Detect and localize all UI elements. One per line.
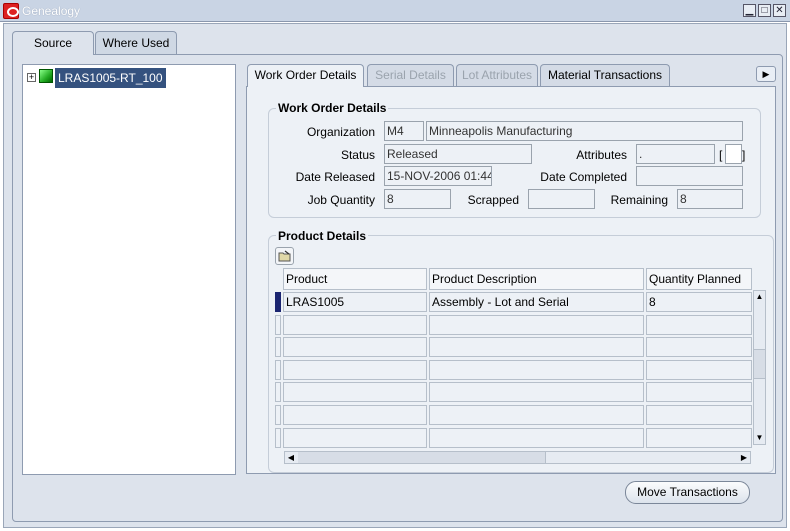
product-section-title: Product Details	[276, 229, 369, 243]
record-indicator[interactable]	[275, 405, 281, 425]
move-transactions-button[interactable]: Move Transactions	[625, 481, 750, 504]
product-cell[interactable]	[283, 337, 427, 358]
horizontal-scrollbar[interactable]: ◀ ▶	[284, 451, 751, 464]
maximize-button[interactable]: □	[758, 4, 771, 17]
quantity-planned-cell[interactable]	[646, 359, 752, 380]
folder-tools-icon[interactable]	[275, 247, 294, 265]
quantity-planned-cell[interactable]	[646, 337, 752, 358]
scrapped-label: Scrapped	[467, 193, 519, 207]
product-cell[interactable]: LRAS1005	[283, 292, 427, 312]
tab-material-transactions[interactable]: Material Transactions	[540, 64, 670, 86]
close-button[interactable]: ✕	[773, 4, 786, 17]
organization-name-field[interactable]: Minneapolis Manufacturing	[426, 121, 743, 141]
column-header-quantity-planned[interactable]: Quantity Planned	[646, 268, 752, 290]
current-record-indicator[interactable]	[275, 292, 281, 312]
status-field[interactable]: Released	[384, 144, 532, 164]
minimize-button[interactable]: ▁	[743, 4, 756, 17]
record-indicator[interactable]	[275, 427, 281, 448]
work-order-section-title: Work Order Details	[276, 101, 389, 115]
quantity-planned-cell[interactable]	[646, 427, 752, 448]
attributes-bracket-open: [	[719, 148, 723, 162]
scroll-left-icon[interactable]: ◀	[285, 452, 297, 463]
title-bar	[0, 0, 790, 22]
vertical-scrollbar[interactable]: ▲ ▼	[753, 290, 766, 445]
product-cell[interactable]	[283, 382, 427, 403]
product-description-cell[interactable]	[429, 382, 644, 403]
attributes-bracket-close: ]	[742, 148, 746, 162]
product-description-cell[interactable]	[429, 359, 644, 380]
product-description-cell[interactable]	[429, 405, 644, 425]
tab-work-order-details[interactable]: Work Order Details	[247, 64, 364, 87]
status-label: Status	[340, 148, 375, 162]
product-description-cell[interactable]	[429, 427, 644, 448]
tab-where-used[interactable]: Where Used	[95, 31, 177, 54]
genealogy-tree[interactable]	[22, 64, 236, 475]
attributes-label: Attributes	[576, 148, 627, 162]
record-indicator[interactable]	[275, 382, 281, 403]
product-cell[interactable]	[283, 359, 427, 380]
product-description-cell[interactable]	[429, 314, 644, 335]
column-header-product-description[interactable]: Product Description	[429, 268, 644, 290]
quantity-planned-cell[interactable]	[646, 382, 752, 403]
attributes-field[interactable]: .	[636, 144, 715, 164]
vertical-scroll-thumb[interactable]	[754, 349, 765, 379]
job-quantity-field[interactable]: 8	[384, 189, 451, 209]
tab-lot-attributes[interactable]: Lot Attributes	[456, 64, 538, 86]
product-cell[interactable]	[283, 314, 427, 335]
expand-icon[interactable]: +	[27, 73, 36, 82]
date-released-field[interactable]: 15-NOV-2006 01:44	[384, 166, 492, 186]
tab-scroll-right-button[interactable]: ▶	[756, 66, 776, 82]
organization-code-field[interactable]: M4	[384, 121, 424, 141]
oracle-app-icon	[3, 3, 19, 19]
quantity-planned-cell[interactable]	[646, 314, 752, 335]
product-description-cell[interactable]	[429, 337, 644, 358]
organization-label: Organization	[306, 125, 375, 139]
horizontal-scroll-thumb[interactable]	[298, 452, 546, 463]
job-quantity-label: Job Quantity	[307, 193, 375, 207]
date-released-label: Date Released	[295, 170, 375, 184]
product-cell[interactable]	[283, 405, 427, 425]
tab-serial-details[interactable]: Serial Details	[367, 64, 454, 86]
remaining-field[interactable]: 8	[677, 189, 743, 209]
scroll-down-icon[interactable]: ▼	[754, 432, 765, 444]
tab-source[interactable]: Source	[12, 31, 94, 55]
date-completed-field[interactable]	[636, 166, 743, 186]
record-indicator[interactable]	[275, 314, 281, 335]
scrapped-field[interactable]	[528, 189, 595, 209]
quantity-planned-cell[interactable]: 8	[646, 292, 752, 312]
quantity-planned-cell[interactable]	[646, 405, 752, 425]
window-title: Genealogy	[22, 4, 81, 18]
scroll-right-icon[interactable]: ▶	[738, 452, 750, 463]
descriptive-flexfield-button[interactable]	[725, 144, 742, 164]
tree-node-label[interactable]: LRAS1005-RT_100	[55, 68, 166, 88]
record-indicator[interactable]	[275, 337, 281, 358]
record-indicator[interactable]	[275, 359, 281, 380]
product-cell[interactable]	[283, 427, 427, 448]
product-description-cell[interactable]: Assembly - Lot and Serial	[429, 292, 644, 312]
column-header-product[interactable]: Product	[283, 268, 427, 290]
date-completed-label: Date Completed	[540, 170, 627, 184]
remaining-label: Remaining	[610, 193, 668, 207]
scroll-up-icon[interactable]: ▲	[754, 291, 765, 303]
cube-icon	[39, 69, 53, 83]
